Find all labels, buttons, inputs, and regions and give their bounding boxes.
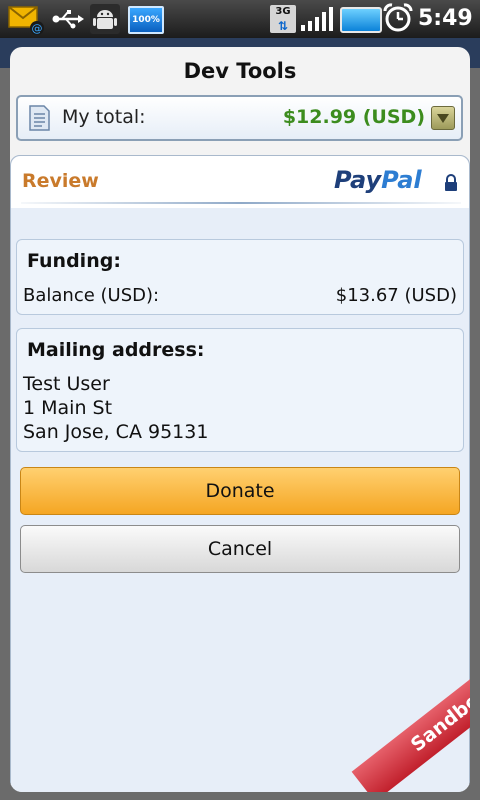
alarm-clock-icon [383,3,413,32]
mailing-address-card: Mailing address: Test User 1 Main St San… [16,328,464,452]
battery-level-icon: 100% [128,6,164,34]
document-icon [29,105,50,131]
funding-source-value: $13.67 (USD) [335,285,457,306]
total-amount: $12.99 (USD) [282,106,425,128]
chevron-down-icon [437,114,449,123]
cancel-button[interactable]: Cancel [20,525,460,573]
total-label: My total: [62,106,146,128]
review-title: Review [22,170,99,192]
dialog-title: Dev Tools [183,59,297,83]
android-debug-icon [90,4,120,34]
funding-source-label: Balance (USD): [23,285,160,306]
header-divider [21,202,461,204]
funding-title: Funding: [27,250,121,272]
network-type-icon: 3G ⇅ [270,5,296,33]
donate-button[interactable]: Donate [20,467,460,515]
network-type-label: 3G [275,6,291,17]
clock-time: 5:49 [418,6,473,31]
sandbox-ribbon: Sandbox [351,645,470,792]
expand-total-button[interactable] [431,106,455,130]
lock-icon [445,174,457,191]
usb-icon [52,10,84,29]
mailing-address-title: Mailing address: [27,339,205,361]
funding-card: Funding: Balance (USD): $13.67 (USD) [16,239,464,315]
review-header: Review PayPal [11,156,469,208]
sandbox-ribbon-container: Sandbox [330,645,470,792]
svg-text:@: @ [32,22,43,35]
address-line-name: Test User [23,373,110,395]
email-notification-icon: @ [8,6,44,35]
battery-icon [340,7,382,33]
paypal-logo: PayPal [334,166,422,194]
paypal-logo-pal: Pal [381,166,422,194]
address-line-city: San Jose, CA 95131 [23,421,209,443]
status-bar: @ 100% 3G ⇅ 5:49 [0,0,480,38]
total-bar[interactable]: My total: $12.99 (USD) [16,95,463,141]
signal-strength-icon [301,7,333,31]
paypal-logo-pay: Pay [334,166,382,194]
address-line-street: 1 Main St [23,397,113,419]
